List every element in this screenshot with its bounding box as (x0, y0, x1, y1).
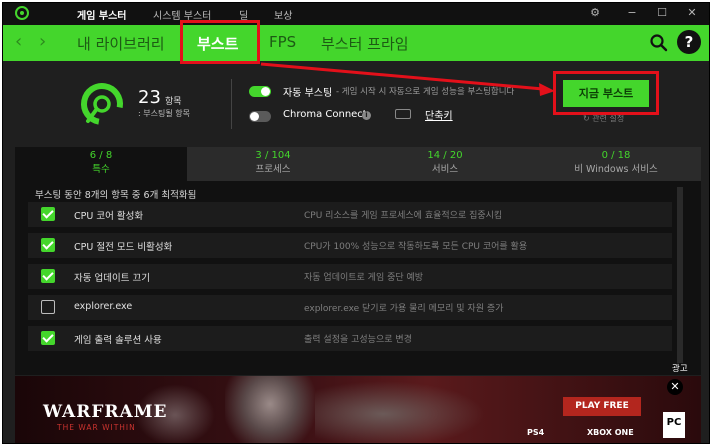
ad-close-icon[interactable]: ✕ (667, 379, 683, 395)
tab-special-count: 6 / 8 (89, 150, 113, 161)
menu-rewards[interactable]: 보상 (274, 7, 292, 22)
app-logo-icon (15, 6, 29, 20)
warframe-logo: WARFRAME (43, 402, 168, 422)
boost-gauge-icon (80, 83, 123, 125)
pc-badge: PC (663, 412, 685, 438)
tab-services[interactable]: 14 / 20 서비스 (359, 147, 531, 181)
minimize-icon[interactable]: − (623, 5, 641, 21)
list-item[interactable]: CPU 절전 모드 비활성화 CPU가 100% 성능으로 작동하도록 모든 CP… (28, 233, 672, 258)
nav-bar: ‹ › 내 라이브러리 부스트 FPS 부스터 프라임 ? (3, 25, 709, 61)
chroma-connect-label: Chroma Connect (283, 109, 367, 120)
ad-tagline: THE WAR WITHIN (57, 423, 136, 432)
list-item[interactable]: explorer.exe explorer.exe 닫기로 가용 물리 메모리 및… (28, 295, 672, 320)
hotkey-link[interactable]: 단축키 (425, 107, 453, 122)
help-icon[interactable]: ? (677, 30, 701, 54)
tab-special[interactable]: 6 / 8 특수 (15, 147, 187, 181)
maximize-icon[interactable]: ☐ (653, 5, 671, 21)
tab-fps[interactable]: FPS (269, 33, 296, 51)
item-checkbox[interactable] (41, 269, 55, 283)
item-description: CPU가 100% 성능으로 작동하도록 모든 CPU 코어를 활용 (304, 242, 528, 252)
forward-arrow-icon[interactable]: › (39, 32, 46, 52)
tab-special-label: 특수 (92, 164, 110, 175)
item-checkbox[interactable] (41, 207, 55, 221)
item-name: CPU 코어 활성화 (74, 211, 144, 222)
divider (231, 79, 232, 129)
ad-character-art (225, 376, 315, 443)
item-description: 자동 업데이트로 게임 중단 예방 (304, 273, 424, 283)
category-tabs: 6 / 8 특수 3 / 104 프로세스 14 / 20 서비스 0 / 18… (15, 147, 701, 181)
tab-non-windows-services[interactable]: 0 / 18 비 Windows 서비스 (531, 147, 701, 181)
chroma-connect-toggle[interactable] (249, 111, 271, 122)
boost-item-caption: : 부스팅될 항목 (138, 109, 190, 118)
ad-label: 광고 (672, 364, 688, 374)
keyboard-icon (395, 109, 411, 119)
item-name: CPU 절전 모드 비활성화 (74, 242, 173, 253)
item-name: 게임 출력 솔루션 사용 (74, 335, 162, 346)
close-icon[interactable]: ✕ (683, 5, 701, 21)
item-name: 자동 업데이트 끄기 (74, 273, 150, 284)
tab-booster-prime[interactable]: 부스터 프라임 (321, 33, 409, 54)
highlight-boost-button (553, 71, 659, 115)
tab-services-count: 14 / 20 (427, 150, 463, 161)
refresh-icon: ↻ (583, 114, 593, 123)
tab-non-windows-count: 0 / 18 (601, 150, 631, 161)
boost-item-unit: 항목 (165, 97, 182, 107)
play-free-button[interactable]: PLAY FREE (563, 397, 641, 416)
tab-processes-label: 프로세스 (255, 164, 291, 175)
list-scrollbar[interactable] (677, 187, 683, 363)
tab-non-windows-label: 비 Windows 서비스 (574, 164, 658, 175)
ad-background-art (315, 381, 485, 443)
list-summary-title: 부스팅 동안 8개의 항목 중 6개 최적화됨 (35, 190, 197, 201)
highlight-boost-tab (180, 20, 260, 64)
item-checkbox[interactable] (41, 331, 55, 345)
item-description: 출력 설정을 고성능으로 변경 (304, 335, 412, 345)
list-item[interactable]: CPU 코어 활성화 CPU 리소스를 게임 프로세스에 효율적으로 집중시킴 (28, 202, 672, 227)
ad-banner[interactable]: WARFRAME THE WAR WITHIN PLAY FREE PS4 XB… (15, 376, 701, 443)
tab-my-library[interactable]: 내 라이브러리 (77, 33, 165, 54)
auto-boost-description: - 게임 시작 시 자동으로 게임 성능을 부스팅합니다 (336, 87, 515, 97)
item-description: explorer.exe 닫기로 가용 물리 메모리 및 자원 증가 (304, 304, 504, 314)
auto-boost-label: 자동 부스팅 (283, 88, 333, 99)
tab-services-label: 서비스 (431, 164, 459, 175)
item-name: explorer.exe (74, 301, 133, 312)
related-settings-label: 관련 설정 (592, 114, 625, 123)
list-item[interactable]: 게임 출력 솔루션 사용 출력 설정을 고성능으로 변경 (28, 326, 672, 351)
tab-processes-count: 3 / 104 (255, 150, 291, 161)
settings-gear-icon[interactable]: ⚙ (586, 5, 604, 21)
back-arrow-icon[interactable]: ‹ (15, 32, 22, 52)
app-window: 게임 부스터 시스템 부스터 딜 보상 ⚙ − ☐ ✕ ‹ › 내 라이브러리 … (2, 2, 710, 444)
auto-boost-toggle[interactable] (249, 86, 271, 97)
search-icon[interactable] (649, 33, 669, 53)
menu-game-booster[interactable]: 게임 부스터 (77, 7, 126, 22)
item-checkbox[interactable] (41, 238, 55, 252)
info-icon[interactable]: i (362, 111, 371, 120)
item-description: CPU 리소스를 게임 프로세스에 효율적으로 집중시킴 (304, 211, 503, 221)
item-checkbox[interactable] (41, 300, 55, 314)
ps4-logo: PS4 (527, 428, 545, 437)
title-bar: 게임 부스터 시스템 부스터 딜 보상 ⚙ − ☐ ✕ (3, 3, 709, 25)
boost-item-count: 23 (138, 87, 161, 108)
tab-processes[interactable]: 3 / 104 프로세스 (187, 147, 359, 181)
xbox-one-logo: XBOX ONE (587, 428, 634, 437)
list-item[interactable]: 자동 업데이트 끄기 자동 업데이트로 게임 중단 예방 (28, 264, 672, 289)
